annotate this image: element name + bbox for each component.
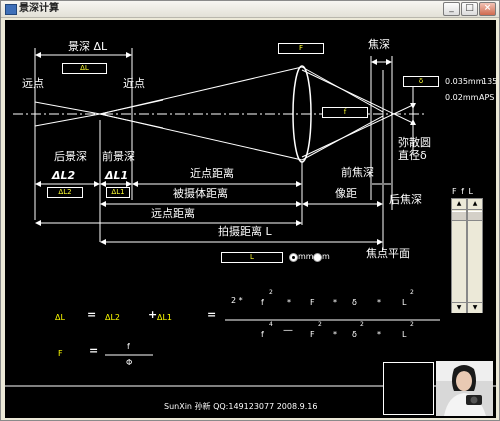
dl1-field[interactable]: ΔL1 (106, 187, 130, 198)
formula-num-dot1: * (287, 298, 291, 307)
formula-num-f: f (261, 298, 264, 307)
far-distance-label: 远点距离 (151, 207, 195, 220)
formula-plus: + (148, 308, 158, 321)
preset-aps-value[interactable]: 0.02mm (445, 93, 478, 103)
f-slider-thumb[interactable] (452, 211, 466, 221)
near-point-label: 近点 (123, 77, 145, 90)
footer-credit: SunXin 孙新 QQ:149123077 2008.9.16 (164, 402, 318, 411)
title-bar: 景深计算 _ □ × (1, 1, 499, 18)
preset-135-value[interactable]: 0.035mm (445, 77, 484, 87)
unit-m-label[interactable]: m (322, 252, 330, 262)
image-distance-label: 像距 (335, 187, 357, 200)
dl1-label: ΔL1 (105, 169, 129, 182)
unit-mm-label[interactable]: mm (298, 252, 314, 262)
formula-num-exp2: 2 (410, 289, 414, 296)
extension-lines (34, 48, 414, 250)
formula-num-exp: 2 (269, 289, 273, 296)
formula-num-L: L (402, 298, 407, 307)
f-slider-up-button[interactable]: ▲ (452, 199, 466, 210)
rear-dof-label: 后景深 (54, 150, 87, 163)
slider-label: F f L (452, 187, 474, 196)
near-distance-label: 近点距离 (190, 167, 234, 180)
far-point-label: 远点 (22, 77, 44, 90)
shooting-distance-label: 拍摄距离 L (218, 225, 272, 238)
preset-aps-label[interactable]: APS (479, 93, 494, 103)
rear-focus-depth-label: 后焦深 (389, 193, 422, 206)
formula-den-delta: δ (352, 330, 357, 339)
formula-den-dot2: * (377, 330, 381, 339)
coc-field[interactable]: δ (403, 76, 439, 87)
subject-distance-label: 被摄体距离 (173, 187, 228, 200)
preset-135-label[interactable]: 135 (482, 77, 496, 87)
L-slider-up-button[interactable]: ▲ (468, 199, 482, 210)
formula-den-F: F (310, 330, 315, 339)
f-slider[interactable]: ▲ ▼ (451, 198, 467, 313)
formula-dl2: ΔL2 (105, 313, 121, 322)
formula-den-minus: — (283, 325, 293, 336)
formula-den-f: f (261, 330, 264, 339)
app-window: 景深计算 _ □ × 景深 ΔL ΔL 远点 近点 焦深 F f δ 0.035… (0, 0, 500, 421)
depth-of-focus-label: 焦深 (368, 38, 390, 51)
L-slider-thumb[interactable] (468, 211, 482, 221)
app-icon (5, 4, 17, 15)
formula-dl: ΔL (55, 313, 65, 322)
formula-den-dot1: * (333, 330, 337, 339)
formula-den-L: L (402, 330, 407, 339)
dimension-lines (35, 52, 416, 245)
focal-length-field[interactable]: f (322, 107, 368, 118)
coc-diameter-label: 直径δ (398, 149, 427, 162)
dof-value-field[interactable]: ΔL (62, 63, 107, 74)
close-button[interactable]: × (479, 2, 496, 16)
shooting-distance-field[interactable]: L (221, 252, 283, 263)
unit-mm-radio[interactable] (289, 253, 298, 262)
L-slider[interactable]: ▲ ▼ (467, 198, 483, 313)
diagram-canvas: 景深 ΔL ΔL 远点 近点 焦深 F f δ 0.035mm 135 0.02… (5, 20, 496, 418)
formula-F-num: f (127, 342, 130, 351)
depth-of-field-label: 景深 ΔL (68, 40, 108, 53)
formula-F-eq: = (89, 344, 99, 357)
f-slider-down-button[interactable]: ▼ (452, 302, 466, 313)
formula-eq1: = (87, 308, 97, 321)
formula-den-exp4: 4 (269, 321, 273, 328)
formula-num-delta: δ (352, 298, 357, 307)
front-dof-label: 前景深 (102, 150, 135, 163)
portrait-image (436, 361, 493, 416)
aperture-F-field[interactable]: F (278, 43, 324, 54)
formula-dl1: ΔL1 (157, 313, 173, 322)
formula-num-coef: 2 * (231, 296, 243, 305)
front-focus-depth-label: 前焦深 (341, 166, 374, 179)
formula-den-exp2a: 2 (318, 321, 322, 328)
dl2-label: ΔL2 (52, 169, 76, 182)
minimize-button[interactable]: _ (443, 2, 460, 16)
formula-F-den: Φ (126, 358, 133, 367)
formula-num-dot2: * (333, 298, 337, 307)
maximize-button[interactable]: □ (461, 2, 478, 16)
formula-den-exp2c: 2 (410, 321, 414, 328)
author-photo (436, 361, 493, 416)
formula-den-exp2b: 2 (360, 321, 364, 328)
L-slider-down-button[interactable]: ▼ (468, 302, 482, 313)
formula-eq2: = (207, 308, 217, 321)
dl2-field[interactable]: ΔL2 (47, 187, 83, 198)
formula-num-F: F (310, 298, 315, 307)
window-title: 景深计算 (19, 3, 59, 14)
coc-label: 弥散圆 (398, 136, 431, 149)
formula-num-dot3: * (377, 298, 381, 307)
focal-plane-label: 焦点平面 (366, 247, 410, 260)
formula-F-label: F (58, 349, 63, 358)
unit-m-radio[interactable] (313, 253, 322, 262)
empty-photo-box (383, 362, 434, 415)
